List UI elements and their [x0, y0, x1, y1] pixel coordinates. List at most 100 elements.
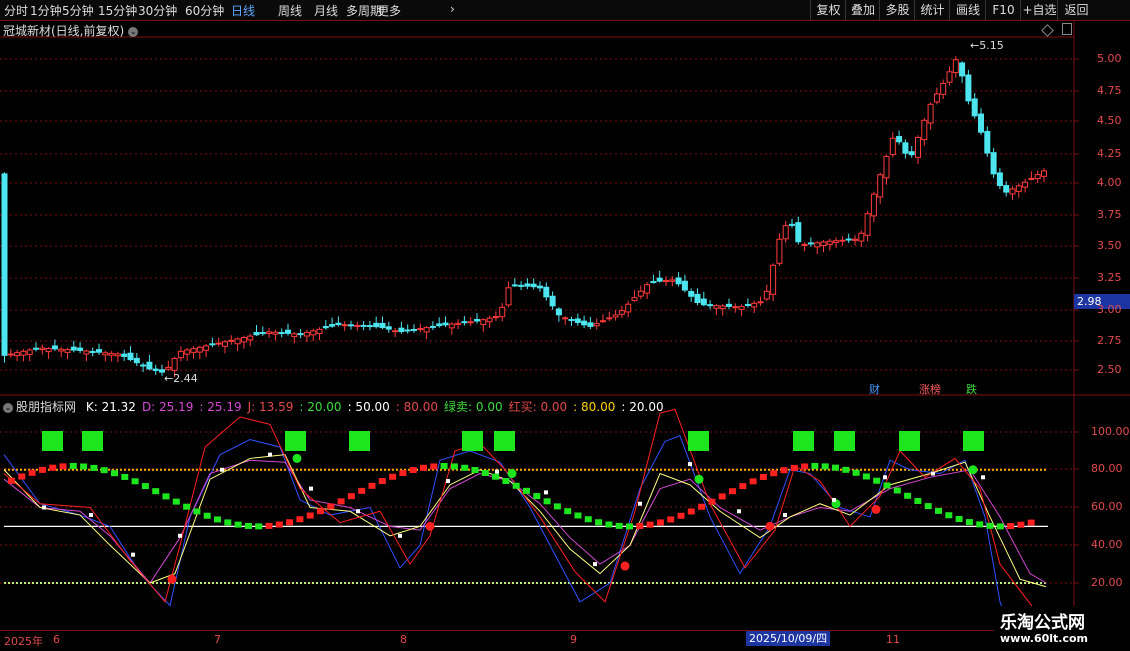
candle-body: [266, 331, 273, 334]
candle-body: [883, 156, 890, 179]
candle-body: [70, 346, 77, 351]
candle-body: [253, 331, 260, 336]
k-dot: [356, 509, 360, 514]
candle-body: [354, 324, 361, 327]
candle-body: [732, 306, 739, 309]
indicator-name[interactable]: 股朋指标网: [16, 400, 76, 414]
trend-square: [183, 503, 191, 510]
k-dot: [268, 452, 272, 457]
event-marker[interactable]: 涨榜: [919, 381, 941, 397]
trend-square: [18, 473, 26, 480]
candle-body: [177, 350, 184, 359]
candle-body: [858, 232, 865, 242]
candle-body: [461, 321, 468, 324]
trend-square: [440, 462, 448, 469]
candle-body: [278, 332, 285, 335]
event-marker[interactable]: 财: [869, 381, 880, 397]
candle-body: [184, 349, 191, 355]
candle-body: [940, 82, 947, 95]
indicator-value: K: 21.32: [85, 400, 136, 414]
candle-body: [587, 322, 594, 327]
trend-square: [832, 464, 839, 471]
trend-square: [698, 503, 706, 510]
candle-body: [555, 308, 562, 316]
candle-body: [58, 348, 65, 352]
k-dot: [309, 486, 313, 491]
sell-signal-block: [899, 431, 920, 451]
selected-date-tag: 2025/10/09/四: [746, 631, 831, 646]
candle-body: [140, 364, 147, 367]
chart-canvas[interactable]: [0, 0, 1130, 650]
trend-square: [512, 482, 520, 489]
candle-body: [310, 330, 317, 336]
trend-square: [399, 470, 407, 477]
candle-body: [373, 322, 380, 328]
candle-body: [612, 314, 619, 318]
trend-square: [255, 523, 263, 530]
event-marker[interactable]: 跌: [966, 381, 977, 397]
trend-square: [626, 523, 633, 530]
stock-title: 冠城新材(日线,前复权) ⌄: [3, 24, 139, 38]
panel-toggle-icon[interactable]: [1062, 23, 1072, 35]
trend-square: [955, 516, 963, 523]
indicator-value: J: 13.59: [247, 400, 294, 414]
candle-body: [896, 136, 903, 143]
candle-body: [959, 62, 966, 77]
trend-square: [667, 516, 675, 523]
trend-square: [842, 466, 850, 473]
indicator-axis-label: 20.00: [1091, 576, 1123, 589]
trend-square: [893, 487, 901, 494]
trend-square: [729, 488, 736, 495]
candle-body: [303, 331, 310, 337]
candle-body: [801, 243, 808, 246]
candle-body: [322, 326, 329, 329]
candle-body: [234, 338, 241, 345]
dropdown-icon[interactable]: ⌄: [128, 27, 139, 37]
candle-body: [990, 152, 997, 175]
cross-dot: [871, 504, 881, 514]
trend-square: [924, 503, 932, 510]
date-axis-label: 6: [53, 633, 60, 646]
candle-body: [417, 328, 424, 331]
candle-body: [222, 341, 228, 347]
indicator-value: 红买: 0.00: [508, 400, 568, 414]
candle-body: [757, 301, 764, 304]
candle-body: [807, 242, 814, 245]
trend-square: [759, 473, 767, 480]
candle-body: [486, 317, 493, 323]
sell-signal-block: [462, 431, 483, 451]
candle-body: [770, 264, 777, 295]
candle-body: [600, 320, 606, 323]
cross-dot: [620, 561, 630, 571]
date-axis-label: 2025年: [4, 635, 43, 648]
candle-body: [209, 343, 216, 346]
candle-body: [121, 353, 128, 357]
trend-square: [337, 498, 345, 505]
candle-body: [45, 347, 52, 353]
indicator-menu-icon[interactable]: ⌄: [3, 403, 13, 413]
candle-body: [102, 352, 109, 356]
trend-square: [656, 519, 664, 526]
ind-line-blue: [3, 435, 1011, 631]
trend-square: [275, 521, 283, 528]
candle-body: [870, 193, 877, 217]
candle-body: [952, 59, 959, 74]
candle-body: [537, 285, 543, 289]
candle-body: [839, 239, 846, 242]
trend-square: [306, 512, 314, 519]
candle-body: [196, 346, 203, 353]
candle-body: [927, 103, 934, 124]
cross-dot: [425, 521, 435, 531]
k-dot: [737, 509, 741, 514]
trend-square: [976, 521, 984, 528]
candle-body: [89, 350, 96, 353]
candle-body: [499, 306, 506, 318]
k-dot: [42, 505, 46, 510]
candle-body: [681, 280, 688, 291]
price-axis-label: 3.75: [1097, 208, 1122, 221]
trend-square: [347, 493, 355, 500]
indicator-value: D: 25.19: [141, 400, 194, 414]
candle-body: [530, 283, 537, 288]
trend-square: [739, 483, 747, 490]
trend-square: [409, 467, 417, 474]
